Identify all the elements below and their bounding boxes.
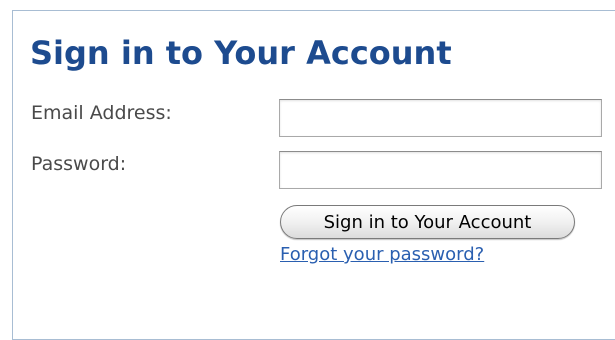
email-label: Email Address: [31, 102, 172, 124]
password-field[interactable] [279, 151, 602, 189]
page-title: Sign in to Your Account [30, 34, 452, 72]
sign-in-button[interactable]: Sign in to Your Account [280, 205, 575, 239]
email-field[interactable] [279, 99, 602, 137]
forgot-password-link[interactable]: Forgot your password? [280, 243, 484, 267]
password-label: Password: [31, 153, 127, 175]
